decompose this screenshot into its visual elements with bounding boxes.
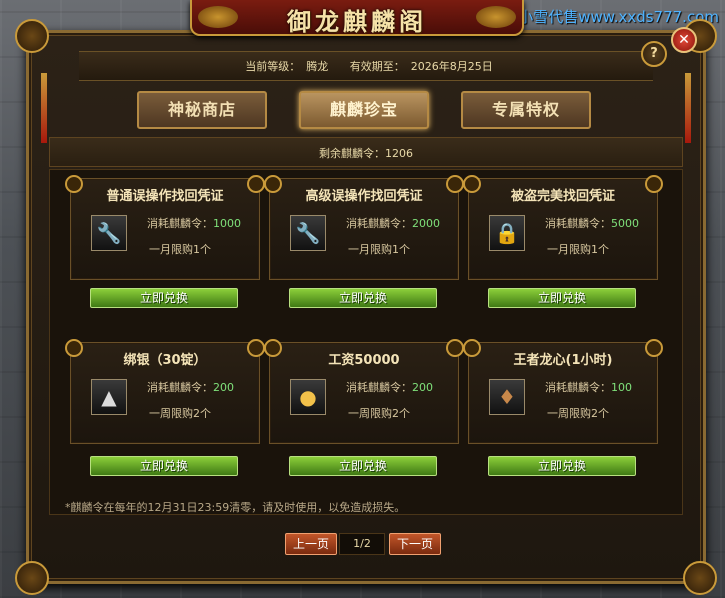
cost-value: 2000	[412, 217, 440, 230]
pagination: 上一页 1/2 下一页	[29, 533, 703, 555]
cost-value: 200	[213, 381, 234, 394]
item-limit: 一周限购2个	[348, 407, 410, 420]
shop-window: 当前等级： 腾龙 有效期至： 2026年8月25日 ? ✕ 神秘商店 麒麟珍宝 专属…	[15, 19, 717, 595]
status-header: 当前等级： 腾龙 有效期至： 2026年8月25日	[79, 51, 653, 81]
item-limit: 一月限购1个	[149, 243, 211, 256]
cost-label: 消耗麒麟令：	[147, 381, 213, 394]
wrench-icon[interactable]: 🔧	[290, 215, 326, 251]
cost-label: 消耗麒麟令：	[346, 217, 412, 230]
exchange-button[interactable]: 立即兑换	[289, 288, 437, 308]
item-title: 被盗完美找回凭证	[510, 189, 615, 204]
remaining-label: 剩余麒麟令：	[319, 147, 385, 160]
item-card: 高级误操作找回凭证 🔧 消耗麒麟令：2000 一月限购1个	[264, 175, 464, 280]
dragon-heart-icon[interactable]: ♦	[489, 379, 525, 415]
item-card: 绑银（30锭） ▲ 消耗麒麟令：200 一周限购2个	[65, 339, 265, 444]
tab-mystery-shop[interactable]: 神秘商店	[137, 91, 267, 129]
exchange-button[interactable]: 立即兑换	[90, 288, 238, 308]
exchange-button[interactable]: 立即兑换	[90, 456, 238, 476]
tab-qilin-treasure[interactable]: 麒麟珍宝	[299, 91, 429, 129]
gold-coins-icon[interactable]: ●	[290, 379, 326, 415]
item-cost: 消耗麒麟令：200	[346, 379, 433, 395]
item-title: 工资50000	[328, 353, 400, 368]
remaining-tokens-text: 剩余麒麟令：1206	[50, 145, 682, 161]
corner-ornament-tl	[15, 19, 49, 53]
cost-label: 消耗麒麟令：	[147, 217, 213, 230]
item-title: 绑银（30锭）	[123, 353, 207, 368]
corner-ornament-bl	[15, 561, 49, 595]
cost-value: 5000	[611, 217, 639, 230]
item-card: 被盗完美找回凭证 🔒 消耗麒麟令：5000 一月限购1个	[463, 175, 663, 280]
close-button[interactable]: ✕	[671, 27, 697, 53]
wrench-icon[interactable]: 🔧	[91, 215, 127, 251]
item-grid: 普通误操作找回凭证 🔧 消耗麒麟令：1000 一月限购1个 立即兑换 高级误操作…	[49, 169, 683, 515]
lock-icon[interactable]: 🔒	[489, 215, 525, 251]
tab-bar: 神秘商店 麒麟珍宝 专属特权	[137, 91, 597, 129]
item-card: 工资50000 ● 消耗麒麟令：200 一周限购2个	[264, 339, 464, 444]
exchange-button[interactable]: 立即兑换	[488, 288, 636, 308]
item-title: 高级误操作找回凭证	[305, 189, 423, 204]
item-cost: 消耗麒麟令：2000	[346, 215, 440, 231]
item-cost: 消耗麒麟令：5000	[545, 215, 639, 231]
cost-label: 消耗麒麟令：	[346, 381, 412, 394]
item-limit: 一月限购1个	[348, 243, 410, 256]
cost-value: 100	[611, 381, 632, 394]
item-cost: 消耗麒麟令：1000	[147, 215, 241, 231]
title-banner: 御龙麒麟阁	[190, 0, 524, 36]
exchange-button[interactable]: 立即兑换	[488, 456, 636, 476]
prev-page-button[interactable]: 上一页	[285, 533, 337, 555]
item-title: 王者龙心(1小时)	[513, 353, 613, 368]
remaining-value: 1206	[385, 147, 413, 160]
tassel-left	[41, 73, 47, 143]
cost-value: 200	[412, 381, 433, 394]
help-button[interactable]: ?	[641, 41, 667, 67]
item-title: 普通误操作找回凭证	[106, 189, 224, 204]
cost-value: 1000	[213, 217, 241, 230]
item-cost: 消耗麒麟令：100	[545, 379, 632, 395]
item-limit: 一周限购2个	[547, 407, 609, 420]
window-title: 御龙麒麟阁	[287, 8, 427, 36]
item-card: 王者龙心(1小时) ♦ 消耗麒麟令：100 一周限购2个	[463, 339, 663, 444]
next-page-button[interactable]: 下一页	[389, 533, 441, 555]
reset-notice: *麒麟令在每年的12月31日23:59清零，请及时使用，以免造成损失。	[65, 501, 406, 514]
exchange-button[interactable]: 立即兑换	[289, 456, 437, 476]
level-value: 腾龙	[306, 60, 329, 73]
item-limit: 一月限购1个	[547, 243, 609, 256]
page-indicator: 1/2	[339, 533, 385, 555]
cost-label: 消耗麒麟令：	[545, 217, 611, 230]
level-label: 当前等级：	[245, 60, 301, 73]
cost-label: 消耗麒麟令：	[545, 381, 611, 394]
item-card: 普通误操作找回凭证 🔧 消耗麒麟令：1000 一月限购1个	[65, 175, 265, 280]
item-cost: 消耗麒麟令：200	[147, 379, 234, 395]
tassel-right	[685, 73, 691, 143]
expiry-value: 2026年8月25日	[410, 60, 493, 73]
expiry-label: 有效期至：	[349, 60, 405, 73]
silver-ingot-icon[interactable]: ▲	[91, 379, 127, 415]
remaining-tokens-bar: 剩余麒麟令：1206	[49, 137, 683, 167]
item-limit: 一周限购2个	[149, 407, 211, 420]
corner-ornament-br	[683, 561, 717, 595]
status-text: 当前等级： 腾龙 有效期至： 2026年8月25日	[79, 58, 653, 74]
tab-exclusive-privilege[interactable]: 专属特权	[461, 91, 591, 129]
